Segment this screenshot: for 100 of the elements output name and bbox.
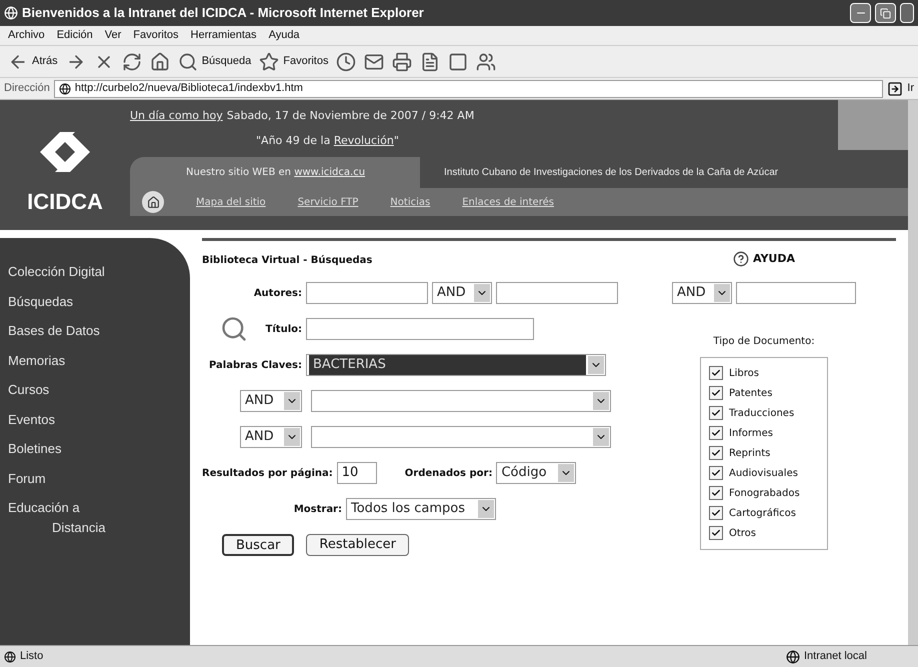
page-icon <box>448 52 468 72</box>
toolbar-button[interactable]: Atrás <box>8 52 58 72</box>
nav-link[interactable]: Mapa del sitio <box>196 194 266 210</box>
menu-item[interactable]: Archivo <box>8 27 45 44</box>
nav-link[interactable]: Enlaces de interés <box>462 194 554 210</box>
sidebar-item[interactable]: Forum <box>8 468 190 488</box>
field-label: Resultados por página: <box>202 466 333 480</box>
order-select[interactable]: Código <box>496 462 576 484</box>
checkbox-label: Otros <box>729 526 756 540</box>
toolbar-button[interactable] <box>392 52 412 72</box>
go-button[interactable]: Ir <box>907 80 914 97</box>
operator-select[interactable]: AND <box>240 390 302 412</box>
doc-type-label: Tipo de Documento: <box>713 334 815 348</box>
sidebar-item[interactable]: Búsquedas <box>8 292 190 311</box>
close-button[interactable] <box>900 3 914 23</box>
toolbar-button[interactable] <box>476 52 496 72</box>
site-text: Nuestro sitio WEB en www.icidca.cu <box>186 166 366 180</box>
sidebar-item[interactable]: Cursos <box>8 380 190 400</box>
logo-text: ICIDCA <box>27 188 103 216</box>
toolbar-button[interactable] <box>420 52 440 72</box>
operator-select[interactable]: AND <box>432 282 492 304</box>
field-label: Autores: <box>252 286 302 300</box>
minimize-button[interactable] <box>850 3 871 23</box>
input-field[interactable] <box>306 282 428 304</box>
menu-item[interactable]: Herramientas <box>190 27 257 44</box>
toolbar-button[interactable] <box>448 52 468 72</box>
sidebar-item[interactable]: Colección Digital <box>8 262 190 282</box>
checkbox-label: Reprints <box>729 446 770 460</box>
field-label: Palabras Claves: <box>208 358 302 372</box>
restore-icon <box>880 8 891 18</box>
checkbox[interactable] <box>709 486 723 500</box>
checkbox[interactable] <box>709 386 723 400</box>
checkbox[interactable] <box>709 406 723 420</box>
form-title: Biblioteca Virtual - Búsquedas <box>202 254 374 268</box>
help-icon <box>732 251 749 268</box>
checkbox-label: Audiovisuales <box>729 466 798 480</box>
checkbox-label: Cartográficos <box>729 506 796 520</box>
help-link[interactable]: AYUDA <box>752 251 795 268</box>
maximize-button[interactable] <box>875 3 896 23</box>
photo-placeholder <box>838 100 908 150</box>
date-link[interactable]: Un día como hoy <box>130 108 223 124</box>
home-icon <box>150 52 170 72</box>
menu-item[interactable]: Ayuda <box>268 27 300 44</box>
clock-icon <box>336 52 356 72</box>
menu-item[interactable]: Edición <box>56 27 93 44</box>
mail-icon <box>364 52 384 72</box>
address-field[interactable]: http://curbelo2/nueva/Biblioteca1/indexbv1.htm <box>54 80 884 98</box>
checkbox-label: Libros <box>729 366 759 380</box>
form-button[interactable]: Buscar <box>222 534 294 556</box>
keyword-select[interactable] <box>311 426 611 448</box>
show-select[interactable]: Todos los campos <box>346 498 496 520</box>
star-icon <box>259 52 280 72</box>
field-label: Título: <box>264 322 302 336</box>
refresh-icon <box>122 52 142 72</box>
toolbar-button[interactable]: Búsqueda <box>178 52 252 72</box>
keyword-select[interactable] <box>311 390 611 412</box>
page-icon <box>58 82 71 94</box>
toolbar-button[interactable] <box>122 52 142 72</box>
menu-item[interactable]: Favoritos <box>133 27 179 44</box>
field-label: Ordenados por: <box>404 466 492 480</box>
toolbar-button[interactable] <box>364 52 384 72</box>
operator-select[interactable]: AND <box>240 426 302 448</box>
checkbox[interactable] <box>709 366 723 380</box>
checkbox[interactable] <box>709 526 723 540</box>
toolbar-button[interactable]: Favoritos <box>259 52 328 72</box>
menu-item[interactable]: Ver <box>104 27 122 44</box>
checkbox-label: Fonograbados <box>729 486 800 500</box>
browser-icon <box>4 6 18 20</box>
home-icon[interactable] <box>142 191 164 213</box>
sidebar-item[interactable]: Memorias <box>8 350 190 370</box>
go-icon <box>887 80 904 96</box>
checkbox[interactable] <box>709 446 723 460</box>
operator-select[interactable]: AND <box>672 282 732 304</box>
magnifier-icon <box>220 315 248 343</box>
sidebar-item[interactable]: Educación a Distancia <box>8 498 190 537</box>
checkbox[interactable] <box>709 506 723 520</box>
window-title: Bienvenidos a la Intranet del ICIDCA - Microsoft Internet Explorer <box>22 4 424 22</box>
checkbox[interactable] <box>709 466 723 480</box>
form-button[interactable]: Restablecer <box>306 534 410 556</box>
motto-link[interactable]: Revolución <box>334 134 394 146</box>
nav-link[interactable]: Servicio FTP <box>298 194 358 210</box>
input-field[interactable]: 10 <box>336 462 377 484</box>
page-icon <box>4 650 16 662</box>
status-text: Listo <box>20 649 44 664</box>
network-icon <box>786 650 800 664</box>
input-field[interactable] <box>736 282 856 304</box>
sidebar-item[interactable]: Boletines <box>8 439 190 458</box>
sidebar-item[interactable]: Eventos <box>8 410 190 429</box>
nav-link[interactable]: Noticias <box>390 194 430 210</box>
toolbar-button[interactable] <box>150 52 170 72</box>
input-field[interactable] <box>306 318 534 340</box>
toolbar-button[interactable] <box>336 52 356 72</box>
checkbox[interactable] <box>709 426 723 440</box>
institute-name: Instituto Cubano de Investigaciones de los Derivados de la Caña de Azúcar <box>444 166 778 180</box>
sidebar-item[interactable]: Bases de Datos <box>8 321 190 340</box>
input-field[interactable] <box>496 282 618 304</box>
site-link[interactable]: www.icidca.cu <box>294 167 366 178</box>
document-icon <box>420 52 440 72</box>
checkbox-label: Traducciones <box>729 406 794 420</box>
keyword-select[interactable]: BACTERIAS <box>306 354 606 376</box>
